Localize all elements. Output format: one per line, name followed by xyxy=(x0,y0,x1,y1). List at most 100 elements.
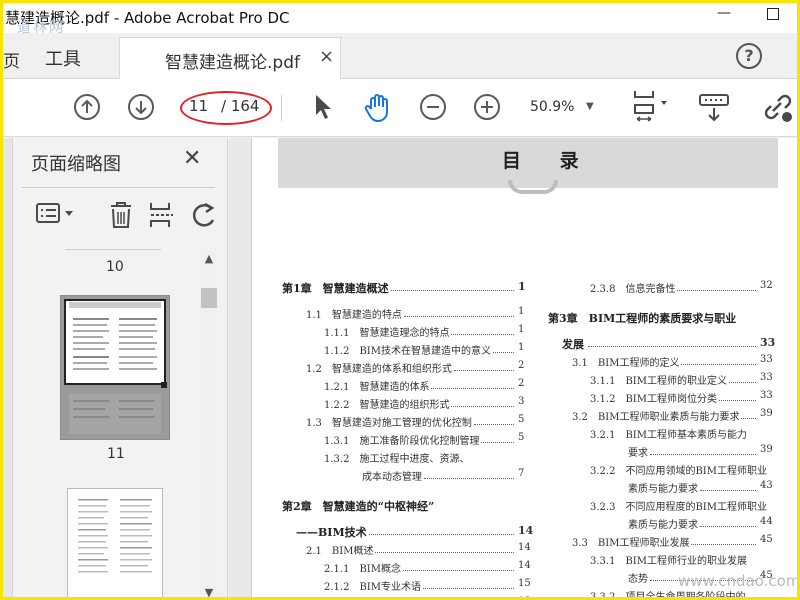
thumbnail-page-selected[interactable] xyxy=(60,295,170,440)
fit-page-icon xyxy=(634,91,667,122)
chevron-up-icon[interactable]: ▲ xyxy=(200,252,218,270)
delete-page-button[interactable] xyxy=(107,200,135,234)
panel-close-button[interactable]: ✕ xyxy=(183,146,201,171)
toc-page-number: 7 xyxy=(518,468,525,479)
scrollbar-thumb[interactable] xyxy=(201,288,217,308)
toc-entry: 第1章 智慧建造概述 xyxy=(282,282,389,295)
thumbnail-options-button[interactable] xyxy=(35,200,75,232)
toc-entry: 3.3.1 BIM工程师行业的职业发展 xyxy=(590,556,747,567)
hand-tool-button[interactable] xyxy=(363,93,393,127)
toc-page-number: 5 xyxy=(518,432,525,443)
page-display-button[interactable] xyxy=(631,89,671,129)
toc-page-number: 44 xyxy=(760,516,773,527)
zoom-in-button[interactable] xyxy=(473,93,501,125)
toc-page-number: 1 xyxy=(518,280,526,293)
extract-page-button[interactable] xyxy=(147,200,177,234)
toc-leader-dots xyxy=(369,534,514,535)
thumbnail-page[interactable] xyxy=(67,488,163,597)
toc-entry: 第3章 BIM工程师的素质要求与职业 xyxy=(548,312,737,325)
maximize-button[interactable] xyxy=(767,8,779,20)
toc-entry: 2.3.8 信息完备性 xyxy=(590,284,676,295)
toc-leader-dots xyxy=(493,352,514,353)
next-page-button[interactable] xyxy=(127,93,155,125)
toc-leader-dots xyxy=(431,388,514,389)
toc-leader-dots xyxy=(375,552,514,553)
toc-entry: 第2章 智慧建造的“中枢神经” xyxy=(282,500,435,513)
toc-page-number: 2 xyxy=(518,360,525,371)
keyboard-scroll-icon xyxy=(699,94,729,122)
toc-entry: ——BIM技术 xyxy=(296,526,367,539)
pdf-page: 目 录 第1章 智慧建造概述 1 1.1 智慧建造的特点 1 1.1.1 智慧建造理… xyxy=(251,138,797,597)
select-tool-button[interactable] xyxy=(311,93,335,125)
toc-entry: 3.1.2 BIM工程师岗位分类 xyxy=(590,394,717,405)
toc-page-number: 1 xyxy=(518,306,525,317)
toc-page-number: 15 xyxy=(518,578,531,589)
title-bar: 慧建造概论.pdf - Adobe Acrobat Pro DC 道林网 — xyxy=(3,3,797,36)
previous-page-button[interactable] xyxy=(73,93,101,125)
toc-entry: 3.2 BIM工程师职业素质与能力要求 xyxy=(572,412,740,423)
help-button[interactable]: ? xyxy=(736,43,762,69)
toc-leader-dots xyxy=(423,588,514,589)
toc-page-number: 32 xyxy=(760,280,773,291)
toc-entry: 1.3 智慧建造对施工管理的优化控制 xyxy=(306,418,472,429)
toc-page-number: 5 xyxy=(518,414,525,425)
chevron-down-icon[interactable]: ▼ xyxy=(586,101,594,112)
document-view[interactable]: 目 录 第1章 智慧建造概述 1 1.1 智慧建造的特点 1 1.1.1 智慧建造理… xyxy=(229,138,797,597)
tab-tools[interactable]: 工具 xyxy=(45,45,81,71)
toolbar-divider xyxy=(281,95,282,121)
toc-page-number: 14 xyxy=(518,542,531,553)
toc-entry: 1.3.2 施工过程中进度、资源、 xyxy=(324,454,470,465)
share-link-button[interactable] xyxy=(761,91,795,129)
toc-entry: 要求 xyxy=(628,448,648,459)
scroll-mode-button[interactable] xyxy=(697,91,731,129)
chevron-down-icon[interactable]: ▼ xyxy=(200,586,218,597)
page-split-icon xyxy=(150,203,173,227)
tab-close-button[interactable]: × xyxy=(319,46,334,67)
zoom-out-button[interactable] xyxy=(419,93,447,125)
arrow-up-icon xyxy=(74,94,100,120)
toc-entry: 1.3.1 施工准备阶段优化控制管理 xyxy=(324,436,480,447)
tab-document[interactable]: 智慧建造概论.pdf × xyxy=(119,37,341,80)
toc-page-number: 45 xyxy=(760,534,773,545)
toc-leader-dots xyxy=(700,490,756,491)
rotate-icon xyxy=(192,202,215,227)
panel-title: 页面缩略图 xyxy=(31,154,121,175)
toc-entry: 3.2.3 不同应用程度的BIM工程师职业 xyxy=(590,502,767,513)
toolbar: 11 / 164 50.9% ▼ xyxy=(3,79,797,137)
toc-entry: 1.2 智慧建造的体系和组织形式 xyxy=(306,364,452,375)
minimize-button[interactable]: — xyxy=(713,5,735,27)
toc-page-number: 14 xyxy=(518,524,534,537)
cursor-arrow-icon xyxy=(316,95,331,119)
zoom-out-icon xyxy=(420,94,446,120)
toc-entry: 1.2.1 智慧建造的体系 xyxy=(324,382,430,393)
toc-leader-dots xyxy=(729,382,756,383)
zoom-level-select[interactable]: 50.9% xyxy=(530,99,574,115)
toc-entry: 3.2.1 BIM工程师基本素质与能力 xyxy=(590,430,747,441)
toc-entry: 1.1.1 智慧建造理念的特点 xyxy=(324,328,450,339)
tab-home[interactable]: 页 xyxy=(3,47,20,72)
toc-page-number: 1 xyxy=(518,324,525,335)
toc-leader-dots xyxy=(719,400,756,401)
toc-entry: 3.1 BIM工程师的定义 xyxy=(572,358,680,369)
list-options-icon xyxy=(36,203,73,223)
toc-leader-dots xyxy=(451,334,514,335)
toc-leader-dots xyxy=(650,454,756,455)
toc-entry: 1.1.2 BIM技术在智慧建造中的意义 xyxy=(324,346,491,357)
acrobat-window: 慧建造概论.pdf - Adobe Acrobat Pro DC 道林网 — 页… xyxy=(0,0,800,600)
toc-entry: 1.1 智慧建造的特点 xyxy=(306,310,402,321)
thumbnail-page-label: 11 xyxy=(107,446,125,462)
toc-entry: 素质与能力要求 xyxy=(628,520,698,531)
thumbnail-scrollbar[interactable]: ▲ ▼ xyxy=(200,250,218,597)
toc-entry: 3.2.2 不同应用领域的BIM工程师职业 xyxy=(590,466,767,477)
toc-leader-dots xyxy=(588,346,756,347)
panel-edge xyxy=(3,138,13,597)
toc-page-number: 18 xyxy=(518,596,531,597)
watermark-bottom-right: www.cndao.com xyxy=(678,572,797,590)
toc-leader-dots xyxy=(474,424,514,425)
toc-entry: 成本动态管理 xyxy=(362,472,422,483)
rotate-page-button[interactable] xyxy=(189,200,217,234)
toc-page-number: 33 xyxy=(760,372,773,383)
toc-entry: 态势 xyxy=(628,574,648,585)
toc-entry: 3.1.1 BIM工程师的职业定义 xyxy=(590,376,727,387)
trash-icon xyxy=(111,202,131,228)
